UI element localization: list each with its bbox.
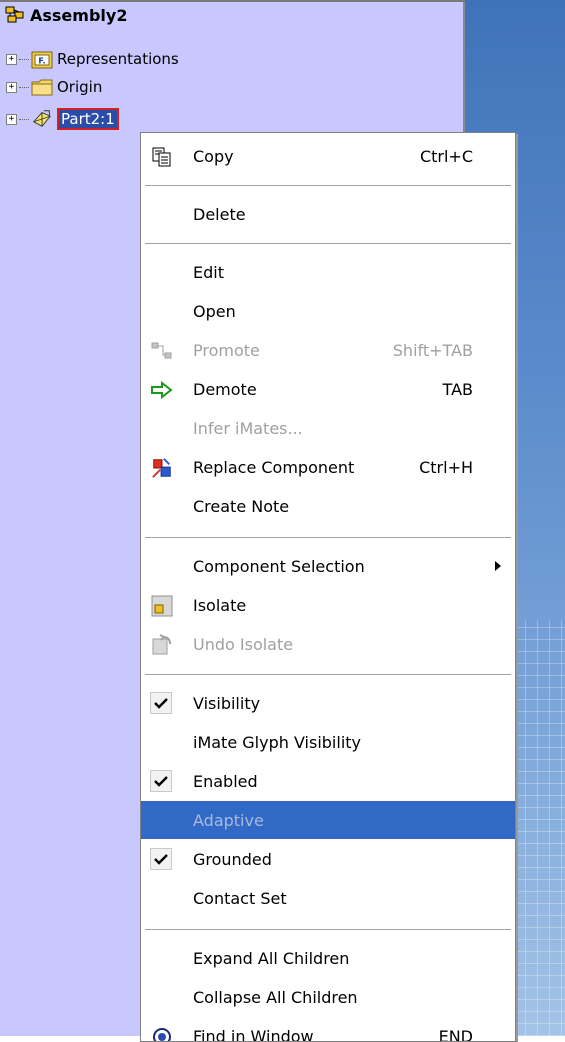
- tree-item-label: Representations: [57, 50, 179, 68]
- replace-component-icon: [151, 457, 173, 479]
- menu-item-collapse-all-children[interactable]: Collapse All Children: [141, 978, 515, 1016]
- menu-item-label: Collapse All Children: [193, 988, 358, 1007]
- menu-item-replace-component[interactable]: Replace Component Ctrl+H: [141, 448, 515, 486]
- tree-item-representations[interactable]: + F. Representations: [6, 48, 179, 70]
- representations-folder-icon: F.: [31, 49, 53, 69]
- menu-item-adaptive[interactable]: Adaptive: [141, 801, 515, 839]
- menu-item-visibility[interactable]: Visibility: [141, 684, 515, 722]
- menu-item-label: Contact Set: [193, 889, 287, 908]
- menu-item-label: Find in Window: [193, 1027, 314, 1042]
- undo-isolate-icon: [151, 634, 173, 656]
- menu-item-label: Expand All Children: [193, 949, 350, 968]
- menu-item-label: Edit: [193, 263, 224, 282]
- menu-item-infer-imates: Infer iMates...: [141, 409, 515, 447]
- menu-item-shortcut: Ctrl+C: [419, 147, 473, 166]
- menu-item-label: Promote: [193, 341, 260, 360]
- menu-item-shortcut: Shift+TAB: [392, 341, 473, 360]
- svg-text:F.: F.: [38, 57, 45, 66]
- menu-item-open[interactable]: Open: [141, 292, 515, 330]
- menu-item-create-note[interactable]: Create Note: [141, 487, 515, 525]
- tree-item-part[interactable]: + Part2:1: [6, 108, 119, 130]
- menu-item-isolate[interactable]: Isolate: [141, 586, 515, 624]
- menu-item-grounded[interactable]: Grounded: [141, 840, 515, 878]
- menu-item-find-in-window[interactable]: Find in Window END: [141, 1017, 515, 1042]
- menu-item-copy[interactable]: Copy Ctrl+C: [141, 137, 515, 175]
- context-menu: Copy Ctrl+C Delete Edit Open Promote Shi…: [140, 132, 516, 1042]
- menu-item-label: Infer iMates...: [193, 419, 303, 438]
- menu-item-label: Enabled: [193, 772, 258, 791]
- arrow-right-icon: [151, 379, 173, 401]
- menu-item-shortcut: TAB: [442, 380, 473, 399]
- menu-item-label: Grounded: [193, 850, 272, 869]
- folder-icon: [31, 77, 53, 97]
- copy-icon: [151, 146, 173, 168]
- menu-item-component-selection[interactable]: Component Selection: [141, 547, 515, 585]
- menu-item-enabled[interactable]: Enabled: [141, 762, 515, 800]
- menu-item-undo-isolate: Undo Isolate: [141, 625, 515, 663]
- panel-border: [0, 0, 465, 2]
- checkmark-icon: [150, 848, 172, 870]
- menu-item-delete[interactable]: Delete: [141, 195, 515, 233]
- menu-item-shortcut: Ctrl+H: [419, 458, 473, 477]
- menu-item-label: Component Selection: [193, 557, 365, 576]
- promote-icon: [151, 340, 173, 362]
- menu-separator: [145, 929, 511, 931]
- part-icon: [31, 109, 53, 129]
- menu-item-label: Adaptive: [193, 811, 264, 830]
- menu-item-demote[interactable]: Demote TAB: [141, 370, 515, 408]
- menu-item-label: Isolate: [193, 596, 247, 615]
- menu-item-edit[interactable]: Edit: [141, 253, 515, 291]
- checkmark-icon: [150, 770, 172, 792]
- tree-root-label: Assembly2: [30, 5, 128, 25]
- menu-separator: [145, 537, 511, 539]
- menu-item-imate-glyph-visibility[interactable]: iMate Glyph Visibility: [141, 723, 515, 761]
- expand-icon[interactable]: +: [6, 81, 17, 93]
- menu-item-contact-set[interactable]: Contact Set: [141, 879, 515, 917]
- menu-item-promote: Promote Shift+TAB: [141, 331, 515, 369]
- assembly-icon: [4, 5, 26, 25]
- menu-item-label: iMate Glyph Visibility: [193, 733, 362, 752]
- tree-item-origin[interactable]: + Origin: [6, 76, 102, 98]
- menu-item-label: Create Note: [193, 497, 290, 516]
- checkmark-icon: [150, 692, 172, 714]
- tree-item-label-selected: Part2:1: [57, 108, 119, 130]
- menu-item-label: Undo Isolate: [193, 635, 294, 654]
- menu-item-label: Copy: [193, 147, 234, 166]
- isolate-icon: [151, 595, 173, 617]
- find-icon: [151, 1026, 173, 1041]
- menu-item-label: Demote: [193, 380, 257, 399]
- tree-root[interactable]: Assembly2: [4, 4, 127, 26]
- menu-item-label: Open: [193, 302, 236, 321]
- menu-item-label: Replace Component: [193, 458, 355, 477]
- expand-icon[interactable]: +: [6, 53, 17, 65]
- menu-item-shortcut: END: [438, 1027, 473, 1042]
- menu-separator: [145, 674, 511, 676]
- expand-icon[interactable]: +: [6, 113, 17, 125]
- menu-item-expand-all-children[interactable]: Expand All Children: [141, 939, 515, 977]
- menu-item-label: Visibility: [193, 694, 261, 713]
- menu-separator: [145, 185, 511, 187]
- submenu-arrow-icon: [495, 561, 501, 571]
- tree-item-label: Origin: [57, 78, 103, 96]
- menu-separator: [145, 243, 511, 245]
- menu-item-label: Delete: [193, 205, 246, 224]
